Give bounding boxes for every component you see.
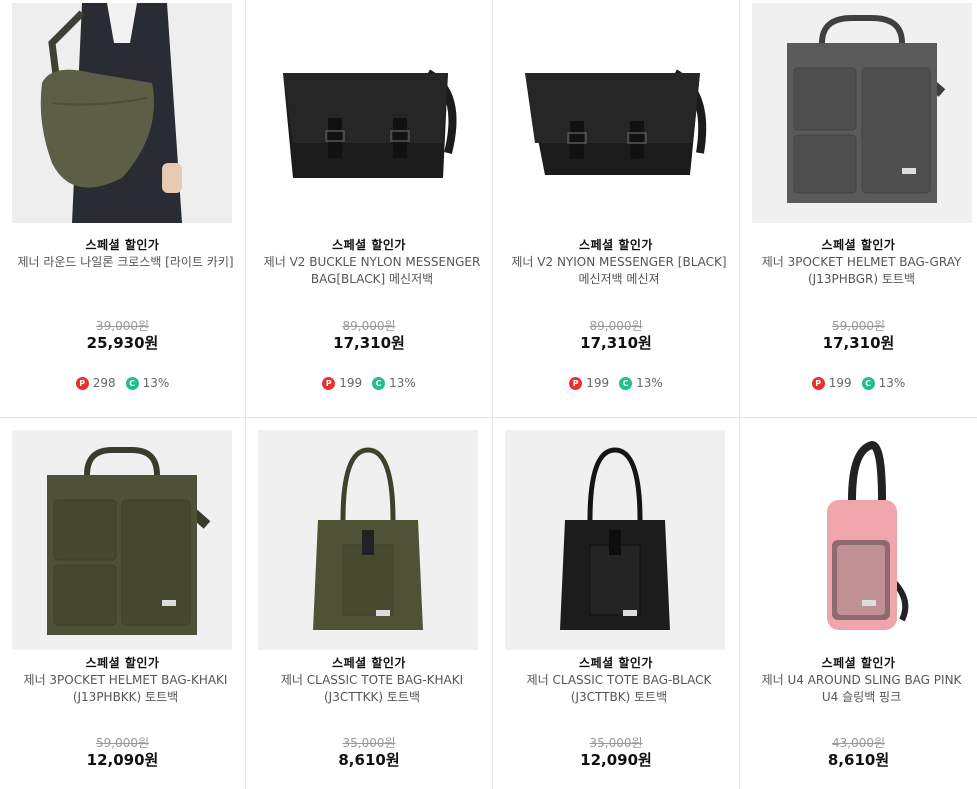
sale-price: 12,090원 bbox=[86, 751, 159, 769]
coupon-value: 13% bbox=[142, 376, 170, 390]
badge-title: 스페셜 할인가 bbox=[85, 656, 160, 670]
product-card[interactable]: 스페셜 할인가 제너 3POCKET HELMET BAG-GRAY (J13P… bbox=[740, 0, 977, 418]
product-name[interactable]: 제너 CLASSIC TOTE BAG-BLACK (J3CTTBK) 토트백 bbox=[505, 672, 733, 706]
tote-bag-illustration bbox=[258, 430, 478, 650]
product-name[interactable]: 제너 CLASSIC TOTE BAG-KHAKI (J3CTTKK) 토트백 bbox=[258, 672, 486, 706]
product-name[interactable]: 제너 U4 AROUND SLING BAG PINK U4 슬링백 핑크 bbox=[752, 672, 971, 706]
badge-title: 스페셜 할인가 bbox=[821, 238, 896, 252]
product-image[interactable] bbox=[12, 3, 232, 223]
product-name[interactable]: 제너 3POCKET HELMET BAG-GRAY (J13PHBGR) 토트… bbox=[752, 254, 971, 288]
sale-price: 25,930원 bbox=[86, 334, 159, 352]
helmet-bag-illustration bbox=[752, 3, 972, 223]
point-icon: P bbox=[322, 376, 336, 390]
crossbody-bag-illustration bbox=[12, 3, 232, 223]
coupon-icon: C bbox=[861, 376, 875, 390]
badge-title: 스페셜 할인가 bbox=[821, 656, 896, 670]
product-image[interactable] bbox=[505, 3, 725, 223]
product-image[interactable] bbox=[752, 3, 972, 223]
points-value: 199 bbox=[586, 376, 610, 390]
product-name[interactable]: 제너 라운드 나일론 크로스백 [라이트 카키] bbox=[12, 254, 239, 271]
helmet-bag-illustration bbox=[12, 430, 232, 650]
badge-title: 스페셜 할인가 bbox=[579, 656, 653, 670]
coupon-value: 13% bbox=[389, 376, 416, 390]
product-card[interactable]: 스페셜 할인가 제너 라운드 나일론 크로스백 [라이트 카키] 39,000원… bbox=[0, 0, 246, 418]
sale-price: 17,310원 bbox=[580, 334, 652, 352]
product-card[interactable]: 스페셜 할인가 제너 CLASSIC TOTE BAG-KHAKI (J3CTT… bbox=[246, 418, 493, 789]
badge-title: 스페셜 할인가 bbox=[332, 238, 406, 252]
point-icon: P bbox=[569, 376, 583, 390]
sling-bag-illustration bbox=[752, 430, 972, 650]
product-name[interactable]: 제너 3POCKET HELMET BAG-KHAKI (J13PHBKK) 토… bbox=[12, 672, 239, 706]
coupon-icon: C bbox=[125, 376, 139, 390]
product-image[interactable] bbox=[752, 430, 972, 650]
coupon-icon: C bbox=[372, 376, 386, 390]
sale-price: 17,310원 bbox=[333, 334, 405, 352]
sale-price: 17,310원 bbox=[822, 334, 895, 352]
tote-bag-illustration bbox=[505, 430, 725, 650]
product-name[interactable]: 제너 V2 NYION MESSENGER [BLACK] 메신저백 메신져 bbox=[505, 254, 733, 288]
product-grid: 스페셜 할인가 제너 라운드 나일론 크로스백 [라이트 카키] 39,000원… bbox=[0, 0, 977, 789]
messenger-bag-illustration bbox=[258, 3, 478, 223]
product-name[interactable]: 제너 V2 BUCKLE NYLON MESSENGER BAG[BLACK] … bbox=[258, 254, 486, 288]
product-card[interactable]: 스페셜 할인가 제너 U4 AROUND SLING BAG PINK U4 슬… bbox=[740, 418, 977, 789]
product-meta: P 199 C 13% bbox=[740, 376, 977, 390]
point-icon: P bbox=[811, 376, 825, 390]
product-card[interactable]: 스페셜 할인가 제너 CLASSIC TOTE BAG-BLACK (J3CTT… bbox=[493, 418, 740, 789]
coupon-value: 13% bbox=[636, 376, 663, 390]
sale-price: 8,610원 bbox=[338, 751, 400, 769]
product-image[interactable] bbox=[505, 430, 725, 650]
product-image[interactable] bbox=[12, 430, 232, 650]
sale-price: 12,090원 bbox=[580, 751, 652, 769]
messenger-bag-illustration bbox=[505, 3, 725, 223]
product-image[interactable] bbox=[258, 430, 478, 650]
badge-title: 스페셜 할인가 bbox=[85, 238, 160, 252]
points-value: 199 bbox=[828, 376, 852, 390]
point-icon: P bbox=[75, 376, 89, 390]
product-card[interactable]: 스페셜 할인가 제너 V2 NYION MESSENGER [BLACK] 메신… bbox=[493, 0, 740, 418]
points-value: 199 bbox=[339, 376, 363, 390]
product-card[interactable]: 스페셜 할인가 제너 V2 BUCKLE NYLON MESSENGER BAG… bbox=[246, 0, 493, 418]
badge-title: 스페셜 할인가 bbox=[332, 656, 406, 670]
product-meta: P 199 C 13% bbox=[246, 376, 492, 390]
product-card[interactable]: 스페셜 할인가 제너 3POCKET HELMET BAG-KHAKI (J13… bbox=[0, 418, 246, 789]
product-meta: P 199 C 13% bbox=[493, 376, 739, 390]
coupon-icon: C bbox=[619, 376, 633, 390]
points-value: 298 bbox=[92, 376, 116, 390]
product-meta: P 298 C 13% bbox=[0, 376, 245, 390]
coupon-value: 13% bbox=[878, 376, 906, 390]
badge-title: 스페셜 할인가 bbox=[579, 238, 653, 252]
product-image[interactable] bbox=[258, 3, 478, 223]
sale-price: 8,610원 bbox=[827, 751, 890, 769]
